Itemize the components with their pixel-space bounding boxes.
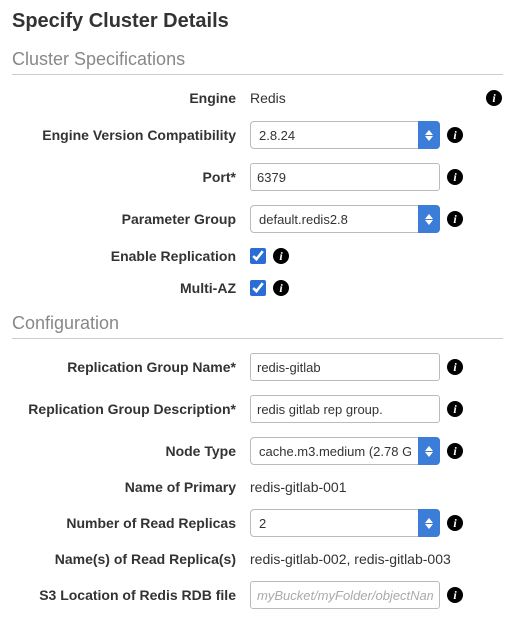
label-engine: Engine	[12, 90, 250, 106]
row-engine: Engine Redis i	[12, 89, 503, 107]
info-icon[interactable]: i	[485, 89, 503, 107]
select-parameter-group[interactable]: default.redis2.8	[250, 205, 440, 233]
row-enable-replication: Enable Replication i	[12, 247, 503, 265]
row-port: Port* i	[12, 163, 503, 191]
label-enable-replication: Enable Replication	[12, 248, 250, 264]
row-node-type: Node Type cache.m3.medium (2.78 GB ... i	[12, 437, 503, 465]
info-icon[interactable]: i	[272, 279, 290, 297]
row-parameter-group: Parameter Group default.redis2.8 i	[12, 205, 503, 233]
row-read-replicas: Number of Read Replicas 2 i	[12, 509, 503, 537]
label-read-replicas: Number of Read Replicas	[12, 515, 250, 531]
row-s3-rdb: S3 Location of Redis RDB file i	[12, 581, 503, 609]
section-configuration: Configuration	[12, 313, 503, 339]
select-engine-version[interactable]: 2.8.24	[250, 121, 440, 149]
info-icon[interactable]: i	[446, 168, 464, 186]
page-title: Specify Cluster Details	[12, 10, 503, 33]
input-rep-group-desc[interactable]	[250, 395, 440, 423]
label-multi-az: Multi-AZ	[12, 280, 250, 296]
label-parameter-group: Parameter Group	[12, 211, 250, 227]
label-rep-group-name: Replication Group Name*	[12, 359, 250, 375]
select-read-replicas[interactable]: 2	[250, 509, 440, 537]
row-primary-name: Name of Primary redis-gitlab-001	[12, 479, 503, 495]
info-icon[interactable]: i	[446, 514, 464, 532]
label-engine-version: Engine Version Compatibility	[12, 127, 250, 143]
input-rep-group-name[interactable]	[250, 353, 440, 381]
checkbox-multi-az[interactable]	[250, 280, 266, 296]
label-primary-name: Name of Primary	[12, 479, 250, 495]
info-icon[interactable]: i	[446, 586, 464, 604]
value-engine: Redis	[250, 90, 286, 106]
row-engine-version: Engine Version Compatibility 2.8.24 i	[12, 121, 503, 149]
checkbox-enable-replication[interactable]	[250, 248, 266, 264]
value-replica-names: redis-gitlab-002, redis-gitlab-003	[250, 551, 451, 567]
info-icon[interactable]: i	[446, 210, 464, 228]
section-cluster-specifications: Cluster Specifications	[12, 49, 503, 75]
input-s3-rdb[interactable]	[250, 581, 440, 609]
info-icon[interactable]: i	[446, 442, 464, 460]
label-port: Port*	[12, 169, 250, 185]
info-icon[interactable]: i	[272, 247, 290, 265]
select-node-type[interactable]: cache.m3.medium (2.78 GB ...	[250, 437, 440, 465]
row-replica-names: Name(s) of Read Replica(s) redis-gitlab-…	[12, 551, 503, 567]
row-multi-az: Multi-AZ i	[12, 279, 503, 297]
row-rep-group-desc: Replication Group Description* i	[12, 395, 503, 423]
label-rep-group-desc: Replication Group Description*	[12, 401, 250, 417]
value-primary-name: redis-gitlab-001	[250, 479, 347, 495]
info-icon[interactable]: i	[446, 400, 464, 418]
info-icon[interactable]: i	[446, 126, 464, 144]
input-port[interactable]	[250, 163, 440, 191]
label-replica-names: Name(s) of Read Replica(s)	[12, 551, 250, 567]
label-node-type: Node Type	[12, 443, 250, 459]
label-s3-rdb: S3 Location of Redis RDB file	[12, 587, 250, 603]
info-icon[interactable]: i	[446, 358, 464, 376]
row-rep-group-name: Replication Group Name* i	[12, 353, 503, 381]
